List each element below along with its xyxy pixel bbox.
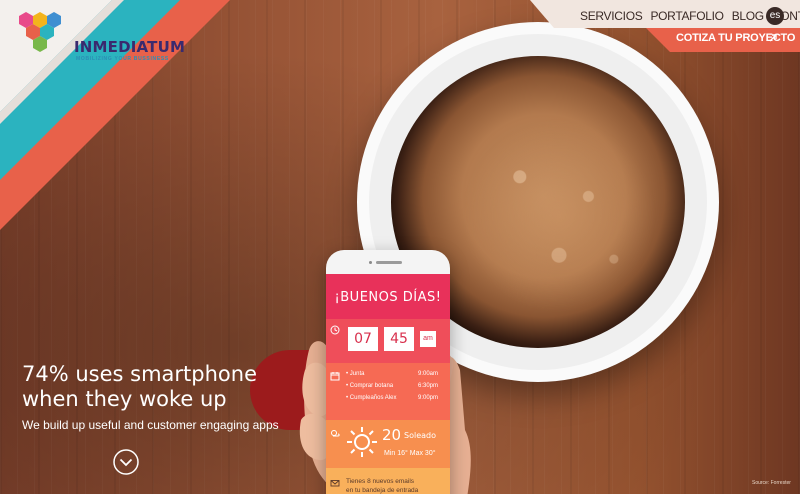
chevron-down-icon[interactable] — [113, 449, 139, 475]
brand-tagline: MOBILIZING YOUR BUSSINESS — [76, 56, 169, 62]
agenda-time: 6:30pm — [417, 383, 438, 389]
mail-notice: Tienes 8 nuevos emails en tu bandeja de … — [346, 477, 446, 494]
logo-hexagons-icon — [19, 12, 61, 52]
phone-greeting: ¡BUENOS DÍAS! — [326, 274, 450, 319]
hero-headline-line2: when they woke up — [22, 387, 227, 411]
agenda-time: 9:00pm — [417, 395, 438, 401]
phone-clock: 07 45 am — [326, 319, 450, 363]
mail-line1: Tienes 8 nuevos emails — [346, 478, 415, 485]
mail-icon — [330, 480, 340, 487]
nav-portafolio[interactable]: PORTAFOLIO — [650, 9, 724, 23]
cloud-sun-icon — [331, 430, 340, 437]
brand-name: INMEDIATUM — [74, 38, 186, 56]
phone-agenda: • Junta 9:00am • Comprar botana 6:30pm •… — [326, 363, 450, 420]
speaker — [376, 261, 402, 264]
agenda-time: 9:00am — [417, 371, 438, 377]
weather-condition: Soleado — [404, 431, 436, 440]
agenda-title: • Comprar botana — [346, 383, 394, 389]
hero-headline-line1: 74% uses smartphone — [22, 362, 257, 386]
agenda-item: • Junta 9:00am — [346, 371, 438, 380]
phone-weather: 20 Soleado Min 16° Max 30° — [326, 420, 450, 468]
clock-hour: 07 — [348, 327, 378, 351]
sun-icon — [347, 427, 377, 457]
clock-minute: 45 — [384, 327, 414, 351]
calendar-icon — [330, 372, 340, 381]
phone-mail: Tienes 8 nuevos emails en tu bandeja de … — [326, 468, 450, 494]
mail-line2: en tu bandeja de entrada — [346, 487, 419, 494]
brand-logo[interactable]: INMEDIATUM MOBILIZING YOUR BUSSINESS — [14, 10, 186, 62]
front-camera — [369, 261, 372, 264]
source-note: Source: Forrester — [752, 480, 791, 486]
arrow-right-icon — [769, 34, 777, 42]
agenda-title: • Cumpleaños Alex — [346, 395, 397, 401]
weather-temp: 20 — [382, 426, 402, 444]
coffee-foam — [461, 118, 657, 314]
agenda-item: • Cumpleaños Alex 9:00pm — [346, 395, 438, 404]
hero-subline: We build up useful and customer engaging… — [22, 418, 279, 432]
nav-blog[interactable]: BLOG — [732, 9, 764, 23]
smartphone-mockup: ¡BUENOS DÍAS! 07 45 am • Junta 9:00am • … — [326, 250, 450, 494]
language-switch[interactable]: es — [766, 7, 784, 25]
agenda-item: • Comprar botana 6:30pm — [346, 383, 438, 392]
nav-servicios[interactable]: SERVICIOS — [580, 9, 643, 23]
clock-icon — [330, 325, 340, 335]
agenda-title: • Junta — [346, 371, 365, 377]
phone-screen: ¡BUENOS DÍAS! 07 45 am • Junta 9:00am • … — [326, 274, 450, 494]
weather-minmax: Min 16° Max 30° — [384, 450, 436, 457]
clock-ampm: am — [420, 331, 436, 347]
hero-headline: 74% uses smartphone when they woke up — [22, 362, 282, 412]
